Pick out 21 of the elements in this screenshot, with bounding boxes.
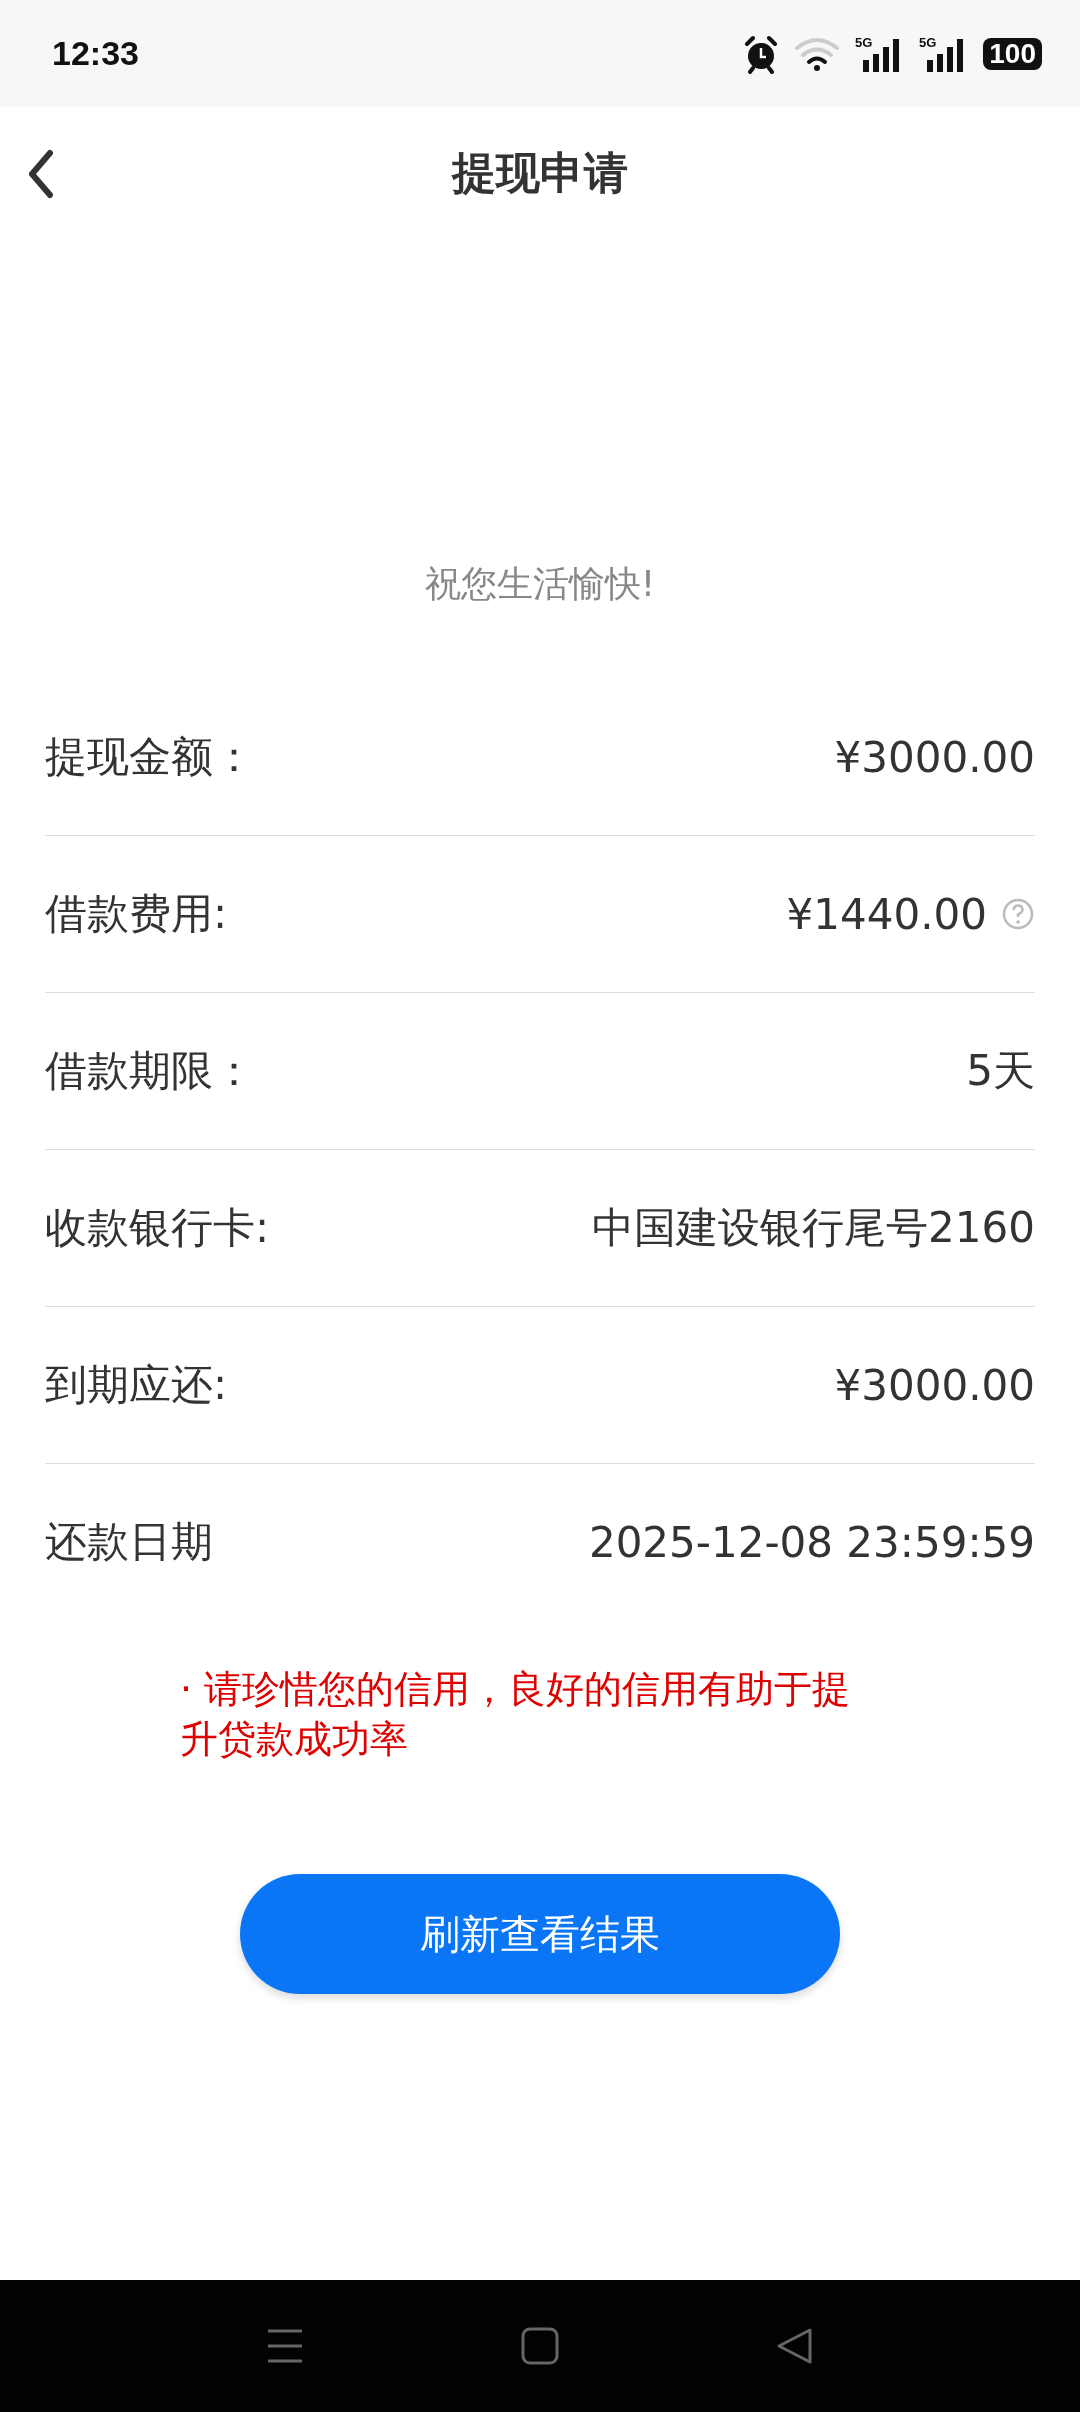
clock-time: 12:33 bbox=[52, 34, 139, 73]
refresh-button[interactable]: 刷新查看结果 bbox=[240, 1874, 840, 1994]
page-title: 提现申请 bbox=[452, 146, 628, 200]
detail-label: 借款期限： bbox=[45, 1045, 255, 1097]
detail-value: ¥3000.00 bbox=[834, 1360, 1035, 1410]
detail-label: 还款日期 bbox=[45, 1516, 213, 1568]
help-icon[interactable] bbox=[1001, 897, 1035, 931]
detail-label: 收款银行卡: bbox=[45, 1202, 270, 1254]
greeting-text: 祝您生活愉快! bbox=[423, 562, 657, 606]
detail-value: 中国建设银行尾号2160 bbox=[592, 1202, 1035, 1254]
detail-value: ¥1440.00 bbox=[786, 889, 987, 939]
back-icon[interactable] bbox=[26, 149, 56, 199]
detail-value: 2025-12-08 23:59:59 bbox=[588, 1517, 1035, 1567]
detail-value: ¥3000.00 bbox=[834, 732, 1035, 782]
battery-indicator: 100 bbox=[983, 37, 1042, 70]
detail-value: 5天 bbox=[966, 1045, 1035, 1097]
detail-label: 到期应还: bbox=[45, 1359, 228, 1411]
detail-label: 提现金额： bbox=[45, 731, 255, 783]
home-icon[interactable] bbox=[520, 2326, 560, 2366]
notice-text: · 请珍惜您的信用，良好的信用有助于提升贷款成功率 bbox=[180, 1666, 852, 1763]
detail-label: 借款费用: bbox=[45, 888, 228, 940]
